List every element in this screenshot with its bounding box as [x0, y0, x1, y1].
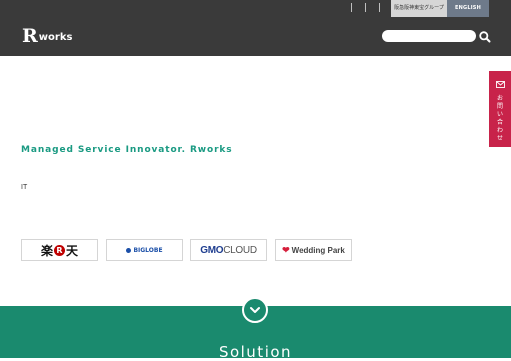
rakuten-left: 楽 — [40, 243, 53, 258]
rworks-logo[interactable]: R works — [22, 25, 73, 47]
site-header: R works — [0, 17, 511, 56]
english-language-link[interactable]: ENGLISH — [447, 0, 489, 17]
biglobe-label: BIGLOBE — [133, 246, 163, 254]
cloud-label: CLOUD — [223, 244, 257, 256]
section-title: Solution — [218, 343, 293, 361]
logo-text: works — [38, 32, 73, 43]
rakuten-right: 天 — [66, 243, 79, 258]
contact-tab[interactable]: お問い合わせ — [489, 71, 511, 147]
rakuten-r-mark: R — [54, 244, 65, 256]
search-icon — [479, 31, 491, 43]
group-link[interactable]: 阪急阪神東宝グループ — [391, 0, 447, 17]
scroll-down-button[interactable] — [242, 297, 268, 323]
rakuten-logo: 楽 R 天 — [41, 242, 78, 259]
partner-logo-biglobe[interactable]: BIGLOBE — [106, 239, 183, 261]
partner-logo-gmo-cloud[interactable]: GMOCLOUD — [190, 239, 267, 261]
partner-logo-wedding-park[interactable]: ❤ Wedding Park — [275, 239, 352, 261]
partner-logo-rakuten[interactable]: 楽 R 天 — [21, 239, 98, 261]
gmo-label: GMO — [200, 244, 224, 256]
topbar-separator — [365, 3, 366, 12]
biglobe-logo: BIGLOBE — [126, 246, 163, 254]
topbar-separator — [379, 3, 380, 12]
gmo-cloud-logo: GMOCLOUD — [200, 245, 257, 256]
heart-icon: ❤ — [282, 244, 290, 255]
search-input[interactable] — [382, 30, 476, 42]
top-utility-bar: 阪急阪神東宝グループ ENGLISH — [0, 0, 511, 17]
wedding-park-logo: ❤ Wedding Park — [282, 245, 345, 256]
hero-description: IT — [21, 184, 28, 191]
mail-icon — [496, 81, 505, 88]
contact-label: お問い合わせ — [496, 95, 503, 142]
hero-tagline: Managed Service Innovator. Rworks — [21, 145, 233, 155]
globe-icon — [126, 247, 132, 253]
chevron-down-icon — [250, 307, 260, 313]
topbar-separator — [351, 3, 352, 12]
logo-mark: R — [22, 25, 38, 47]
search-button[interactable] — [478, 29, 492, 43]
wedding-park-label: Wedding Park — [291, 245, 345, 255]
